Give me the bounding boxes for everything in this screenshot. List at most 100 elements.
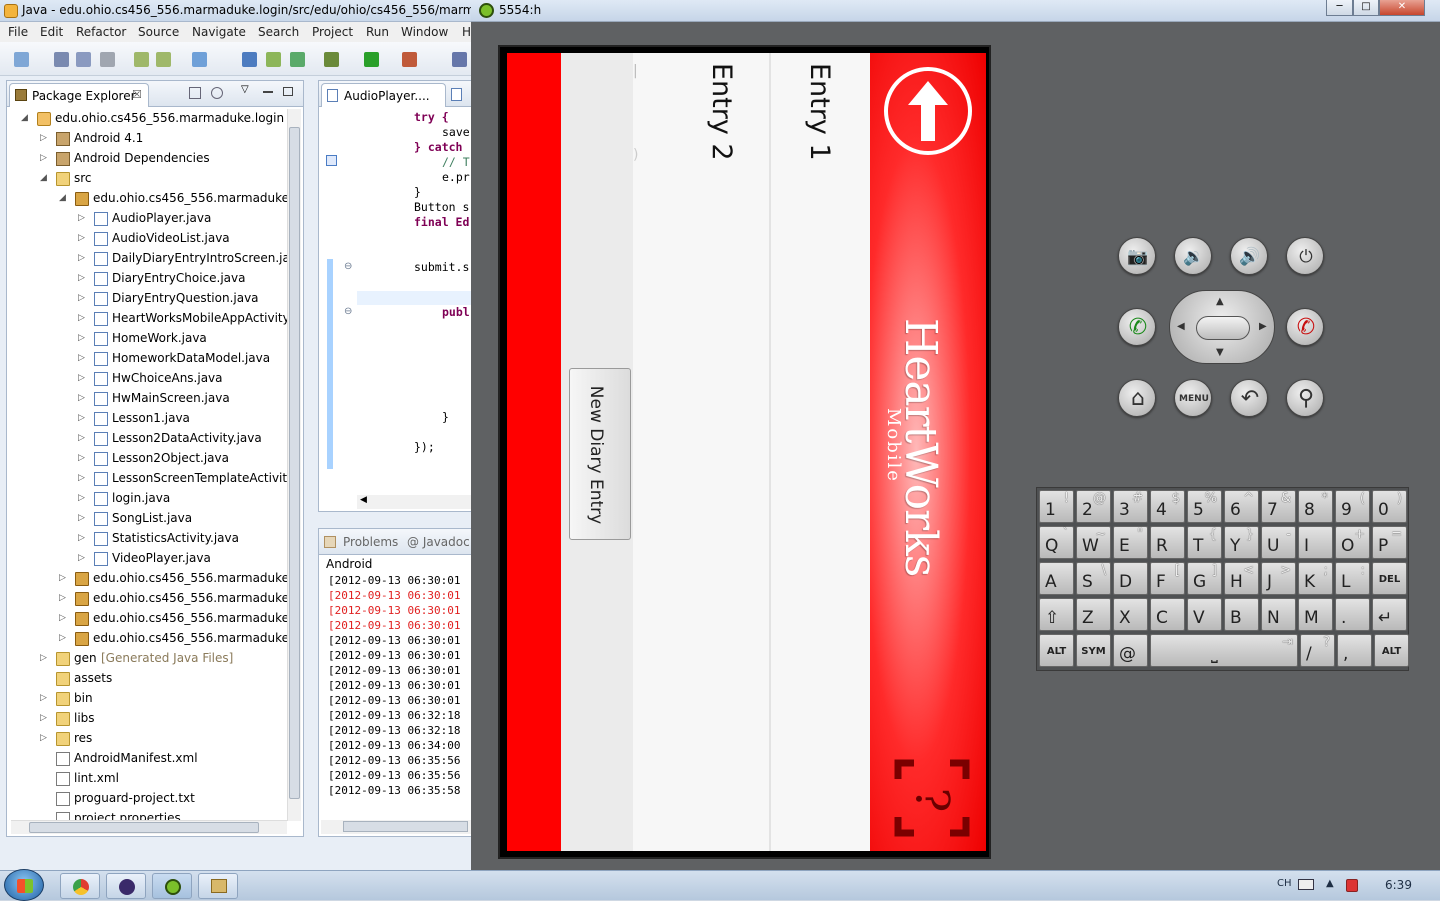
expand-arrow-icon[interactable]: ▷	[78, 353, 85, 363]
expand-arrow-icon[interactable]: ▷	[78, 333, 85, 343]
start-button[interactable]	[4, 869, 44, 901]
expand-arrow-icon[interactable]: ▷	[78, 253, 85, 263]
debug-icon[interactable]	[324, 52, 339, 67]
tree-item[interactable]: ▷ HomeworkDataModel.java	[7, 349, 287, 369]
new-diary-entry-button[interactable]: New Diary Entry	[569, 368, 631, 540]
tree-item[interactable]: ▷ StatisticsActivity.java	[7, 529, 287, 549]
dpad-left-icon[interactable]: ◀	[1177, 321, 1185, 332]
tree-item[interactable]: ▷ res	[7, 729, 287, 749]
key-f[interactable]: F[	[1150, 562, 1185, 595]
task-icon[interactable]	[192, 52, 207, 67]
new-icon[interactable]	[14, 52, 29, 67]
expand-arrow-icon[interactable]: ▷	[78, 233, 85, 243]
key-bottom[interactable]: SYM	[1076, 634, 1111, 667]
key-5[interactable]: 5%	[1187, 490, 1222, 523]
key-bottom[interactable]: @	[1113, 634, 1148, 667]
link-editor-icon[interactable]	[211, 87, 223, 99]
key-j[interactable]: J >	[1261, 562, 1296, 595]
menu-item-source[interactable]: Source	[138, 25, 179, 39]
key-e[interactable]: E "	[1113, 526, 1148, 559]
maximize-icon[interactable]	[283, 87, 293, 96]
key-z[interactable]: Z	[1076, 598, 1111, 631]
tree-item[interactable]: ▷ AudioVideoList.java	[7, 229, 287, 249]
horizontal-scrollbar[interactable]	[11, 820, 287, 834]
key-d[interactable]: D	[1113, 562, 1148, 595]
save-icon[interactable]	[54, 52, 69, 67]
list-item[interactable]: Entry 2	[677, 53, 769, 851]
key-del[interactable]: DEL	[1372, 562, 1407, 595]
maximize-button[interactable]: □	[1353, 0, 1379, 16]
key-0[interactable]: 0)	[1372, 490, 1407, 523]
search-button[interactable]: ⚲	[1286, 379, 1324, 417]
key-g[interactable]: G]	[1187, 562, 1222, 595]
tree-item[interactable]: ◢ edu.ohio.cs456_556.marmaduke.login	[7, 109, 287, 129]
fold-icon[interactable]: ⊖	[344, 261, 352, 272]
key-x[interactable]: ⇧	[1039, 598, 1074, 631]
key-t[interactable]: T{	[1187, 526, 1222, 559]
camera-button[interactable]: 📷	[1118, 237, 1156, 275]
taskbar-item-chrome[interactable]	[60, 873, 100, 899]
power-button[interactable]: ⏻	[1286, 237, 1324, 275]
key-b[interactable]: B	[1224, 598, 1259, 631]
console-horizontal-scrollbar[interactable]	[321, 820, 474, 834]
menu-item-navigate[interactable]: Navigate	[192, 25, 246, 39]
key-7[interactable]: 7 &	[1261, 490, 1296, 523]
scrollbar-thumb[interactable]	[289, 127, 300, 799]
pin-icon[interactable]	[452, 52, 467, 67]
taskbar-item-emulator[interactable]	[152, 873, 192, 899]
tree-item[interactable]: ▷ Lesson2DataActivity.java	[7, 429, 287, 449]
menu-item-h[interactable]: H	[462, 25, 471, 39]
expand-arrow-icon[interactable]: ▷	[78, 413, 85, 423]
dpad-center-button[interactable]	[1196, 316, 1250, 340]
key-bottom[interactable]: ⎵ ⇥	[1150, 634, 1298, 667]
menu-item-run[interactable]: Run	[366, 25, 389, 39]
key-9[interactable]: 9(	[1335, 490, 1370, 523]
expand-arrow-icon[interactable]: ◢	[59, 193, 66, 203]
tree-item[interactable]: ▷ LessonScreenTemplateActivity	[7, 469, 287, 489]
taskbar-item-eclipse[interactable]	[106, 873, 146, 899]
expand-arrow-icon[interactable]: ▷	[59, 593, 66, 603]
menu-item-edit[interactable]: Edit	[40, 25, 63, 39]
key-6[interactable]: 6 ^	[1224, 490, 1259, 523]
run-icon[interactable]	[364, 52, 379, 67]
key-bottom[interactable]: /?	[1300, 634, 1335, 667]
tree-item[interactable]: ▷ libs	[7, 709, 287, 729]
menu-item-file[interactable]: File	[8, 25, 28, 39]
dpad-down-icon[interactable]: ▼	[1216, 347, 1224, 358]
close-button[interactable]: ✕	[1379, 0, 1425, 16]
expand-arrow-icon[interactable]: ▷	[59, 633, 66, 643]
language-indicator[interactable]: CH	[1277, 878, 1292, 889]
back-button[interactable]: ↶	[1230, 379, 1268, 417]
tree-item[interactable]: proguard-project.txt	[7, 789, 287, 809]
tree-item[interactable]: ▷ HomeWork.java	[7, 329, 287, 349]
key-i[interactable]: I	[1298, 526, 1333, 559]
collapse-all-icon[interactable]	[189, 87, 201, 99]
tab-problems[interactable]: Problems	[343, 535, 398, 549]
dpad-right-icon[interactable]: ▶	[1259, 321, 1267, 332]
key-4[interactable]: 4 $	[1150, 490, 1185, 523]
vertical-scrollbar[interactable]	[287, 109, 301, 821]
tree-item[interactable]: ▷ AudioPlayer.java	[7, 209, 287, 229]
tree-item[interactable]: ▷ HwMainScreen.java	[7, 389, 287, 409]
list-item[interactable]: Entry 1	[771, 53, 870, 851]
menu-item-window[interactable]: Window	[401, 25, 448, 39]
key-3[interactable]: 3 #	[1113, 490, 1148, 523]
key-o[interactable]: O +	[1335, 526, 1370, 559]
key-x[interactable]: ↵	[1372, 598, 1407, 631]
volume-muted-icon[interactable]	[1346, 879, 1358, 892]
expand-arrow-icon[interactable]: ▷	[40, 653, 47, 663]
expand-arrow-icon[interactable]: ◢	[40, 173, 47, 183]
expand-arrow-icon[interactable]: ▷	[78, 493, 85, 503]
end-call-button[interactable]: ✆	[1286, 308, 1324, 346]
expand-arrow-icon[interactable]: ▷	[78, 293, 85, 303]
tree-item[interactable]: ▷ edu.ohio.cs456_556.marmaduke.t	[7, 609, 287, 629]
key-r[interactable]: R	[1150, 526, 1185, 559]
expand-arrow-icon[interactable]: ◢	[21, 113, 28, 123]
key-1[interactable]: 1!	[1039, 490, 1074, 523]
key-q[interactable]: Q `	[1039, 526, 1074, 559]
scroll-left-icon[interactable]: ◀	[360, 495, 367, 505]
expand-arrow-icon[interactable]: ▷	[40, 693, 47, 703]
tray-expand-icon[interactable]: ▲	[1326, 878, 1334, 889]
expand-arrow-icon[interactable]: ▷	[78, 553, 85, 563]
key-bottom[interactable]: ALT	[1374, 634, 1409, 667]
